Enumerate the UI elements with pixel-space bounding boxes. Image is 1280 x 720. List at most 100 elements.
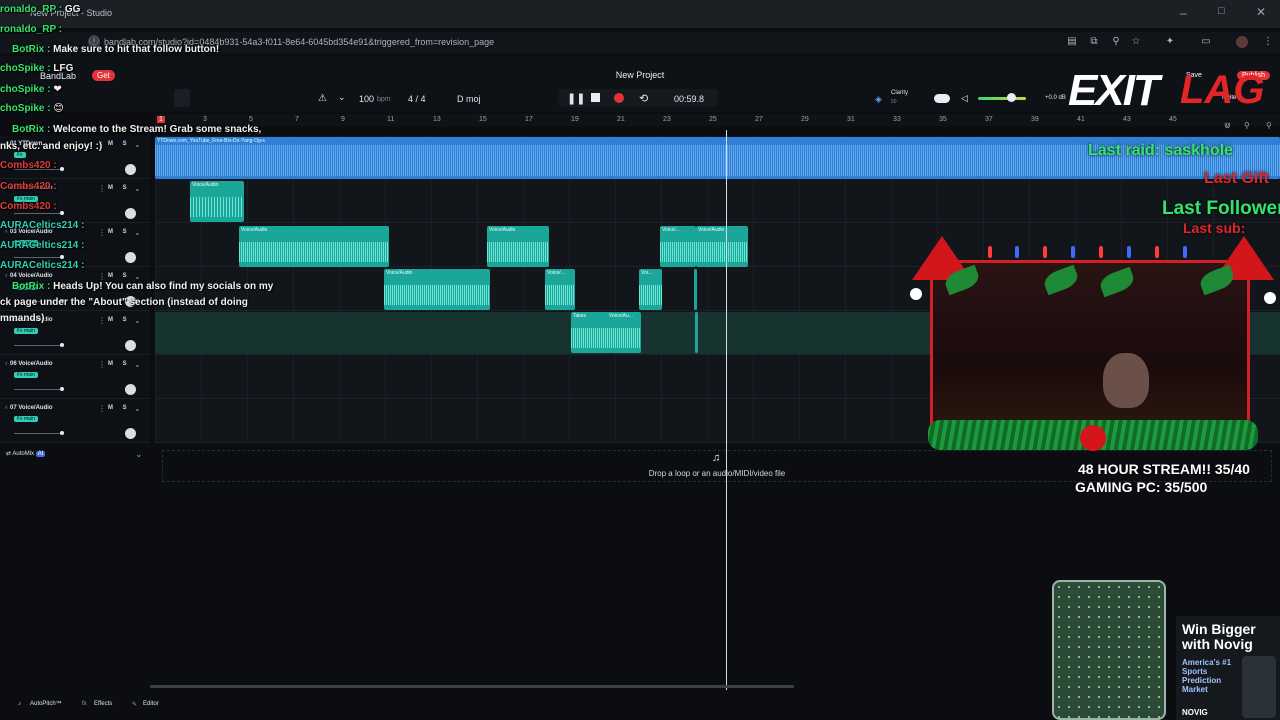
- track-pan-knob[interactable]: [125, 208, 136, 219]
- track-chevron-icon[interactable]: ⌄: [134, 272, 141, 281]
- mute-solo-buttons[interactable]: M S: [108, 405, 131, 411]
- track-pan-knob[interactable]: [125, 384, 136, 395]
- volume-icon[interactable]: ◁: [961, 93, 968, 104]
- chat-username: BotRix :: [12, 44, 54, 55]
- track-chevron-icon[interactable]: ⌄: [134, 316, 141, 325]
- track-chevron-icon[interactable]: ⌄: [134, 228, 141, 237]
- extensions-icon[interactable]: ✦: [1164, 36, 1176, 48]
- clip-voice-7[interactable]: Voice/...: [545, 269, 575, 310]
- master-volume-handle[interactable]: [1007, 93, 1016, 102]
- clip-voice-1[interactable]: Voice/Audio: [190, 181, 244, 222]
- track-chevron-icon[interactable]: ⌄: [134, 404, 141, 413]
- track-volume-slider[interactable]: [14, 387, 64, 391]
- sidebar-icon[interactable]: ▭: [1200, 36, 1212, 48]
- profile-avatar[interactable]: [1236, 36, 1248, 48]
- clip-voice-9[interactable]: [694, 269, 697, 310]
- clip-voice-2[interactable]: Voice/Audio: [239, 226, 389, 267]
- last-gift: Last Gift: [1204, 170, 1269, 187]
- zoom-out-icon[interactable]: ⚲: [1244, 121, 1250, 130]
- clarity-toggle[interactable]: [934, 94, 950, 103]
- clip-label: Voice/...: [662, 227, 680, 233]
- track-chevron-icon[interactable]: ⌄: [134, 184, 141, 193]
- key-selector[interactable]: D moj: [457, 94, 481, 104]
- stop-icon[interactable]: [591, 93, 600, 102]
- clip-voice-10[interactable]: [695, 312, 698, 353]
- install-icon[interactable]: ⧉: [1088, 36, 1100, 48]
- maximize-icon[interactable]: □: [1218, 5, 1225, 17]
- track-menu-icon[interactable]: ⋮: [98, 316, 106, 325]
- mute-solo-buttons[interactable]: M S: [108, 229, 131, 235]
- track-menu-icon[interactable]: ⋮: [98, 228, 106, 237]
- autopitch-button[interactable]: AutoPitch™: [30, 701, 62, 707]
- track-name[interactable]: 06 Voice/Audio: [10, 361, 53, 367]
- track-volume-slider[interactable]: [14, 255, 64, 259]
- track-volume-slider[interactable]: [14, 431, 64, 435]
- waveform: [487, 242, 549, 263]
- ornament: [1080, 425, 1106, 451]
- chat-message: ronaldo_RP : GG: [0, 4, 80, 15]
- horizontal-scrollbar[interactable]: [150, 685, 794, 688]
- chat-text: mmands): [0, 313, 45, 324]
- metronome-dropdown-icon[interactable]: ⌄: [338, 92, 346, 103]
- clip-voice-4[interactable]: Voice/...: [660, 226, 696, 267]
- bookmark-star-icon[interactable]: ☆: [1130, 36, 1142, 48]
- zoom-icon[interactable]: ⚲: [1110, 36, 1122, 48]
- clip-voice-3[interactable]: Voice/Audio: [487, 226, 549, 267]
- track-header[interactable]: 06 Voice/Audio Fx main M S ⌄ ⋮ ♁: [0, 356, 150, 399]
- track-header[interactable]: 07 Voice/Audio Fx main M S ⌄ ⋮ ♁: [0, 400, 150, 443]
- track-fx-badge[interactable]: Fx: [14, 152, 26, 158]
- track-volume-slider[interactable]: [14, 211, 64, 215]
- project-title[interactable]: New Project: [600, 70, 680, 80]
- track-name[interactable]: 04 Voice/Audio: [10, 273, 53, 279]
- record-icon[interactable]: [614, 93, 624, 103]
- clip-voice-8[interactable]: Voi...: [639, 269, 662, 310]
- track-menu-icon[interactable]: ⋮: [98, 360, 106, 369]
- automix-row[interactable]: ⇄ AutoMix AI: [6, 450, 46, 457]
- automix-chevron-icon[interactable]: ⌄: [135, 449, 143, 460]
- mute-solo-buttons[interactable]: M S: [108, 361, 131, 367]
- playhead[interactable]: [726, 130, 727, 690]
- zoom-in-icon[interactable]: ⚲: [1266, 121, 1272, 130]
- track-chevron-icon[interactable]: ⌄: [134, 140, 141, 149]
- reader-icon[interactable]: ▤: [1066, 36, 1078, 48]
- track-pan-knob[interactable]: [125, 164, 136, 175]
- clip-voice-5[interactable]: Voice/Audio: [696, 226, 748, 267]
- clip-takes[interactable]: Takes Voice/Au...: [571, 312, 641, 353]
- browser-menu-icon[interactable]: ⋮: [1262, 36, 1274, 48]
- track-volume-slider[interactable]: [14, 343, 64, 347]
- ad-brand: NOVIG: [1182, 708, 1208, 717]
- editor-icon: ✎: [132, 702, 138, 708]
- clip-voice-6[interactable]: Voice/Audio: [384, 269, 490, 310]
- loop-icon[interactable]: ⟲: [639, 92, 648, 105]
- minimize-icon[interactable]: –: [1180, 6, 1187, 20]
- get-button[interactable]: Get: [92, 70, 115, 81]
- track-pan-knob[interactable]: [125, 428, 136, 439]
- undo-button[interactable]: [174, 89, 190, 107]
- time-signature[interactable]: 4 / 4: [408, 94, 426, 104]
- track-menu-icon[interactable]: ⋮: [98, 404, 106, 413]
- track-menu-icon[interactable]: ⋮: [98, 272, 106, 281]
- mute-solo-buttons[interactable]: M S: [108, 317, 131, 323]
- mute-solo-buttons[interactable]: M S: [108, 141, 131, 147]
- effects-button[interactable]: Effects: [94, 701, 112, 707]
- exitlag-logo: EXIT LAG: [1068, 66, 1280, 116]
- master-volume-slider[interactable]: [978, 97, 1026, 100]
- track-pan-knob[interactable]: [125, 252, 136, 263]
- mute-solo-buttons[interactable]: M S: [108, 185, 131, 191]
- close-icon[interactable]: ✕: [1256, 5, 1266, 19]
- bpm-value[interactable]: 100: [359, 94, 374, 104]
- mute-solo-buttons[interactable]: M S: [108, 273, 131, 279]
- clip-label: Takes: [573, 313, 587, 319]
- metronome-icon[interactable]: ⚠: [318, 93, 327, 104]
- track-pan-knob[interactable]: [125, 340, 136, 351]
- track-menu-icon[interactable]: ⋮: [98, 184, 106, 193]
- track-chevron-icon[interactable]: ⌄: [134, 360, 141, 369]
- editor-button[interactable]: Editor: [143, 701, 159, 707]
- track-fx-badge[interactable]: Fx main: [14, 328, 38, 334]
- track-fx-badge[interactable]: Fx main: [14, 372, 38, 378]
- snap-icon[interactable]: ⋓: [1224, 121, 1231, 130]
- pause-icon[interactable]: ❚❚: [567, 92, 585, 105]
- track-fx-badge[interactable]: Fx main: [14, 416, 38, 422]
- track-name[interactable]: 07 Voice/Audio: [10, 405, 53, 411]
- track-lane[interactable]: [155, 180, 1280, 223]
